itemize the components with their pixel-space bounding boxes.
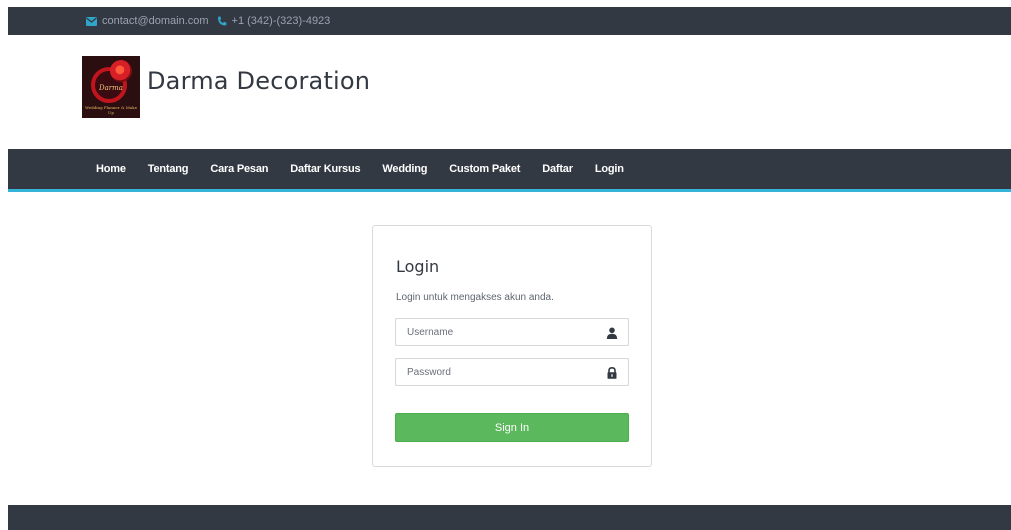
nav-item-wedding[interactable]: Wedding <box>382 163 427 175</box>
lock-icon <box>606 366 618 379</box>
logo-tagline: Wedding Planner & Make Up <box>84 105 138 115</box>
nav-item-custom-paket[interactable]: Custom Paket <box>449 163 520 175</box>
sign-in-button[interactable]: Sign In <box>395 413 629 442</box>
nav-item-cara-pesan[interactable]: Cara Pesan <box>210 163 268 175</box>
brand[interactable]: Darma Wedding Planner & Make Up Darma De… <box>82 56 370 118</box>
brand-name[interactable]: Darma Decoration <box>147 67 370 95</box>
contact-phone[interactable]: +1 (342)-(323)-4923 <box>232 15 331 27</box>
login-title: Login <box>396 257 440 276</box>
username-field-wrapper <box>395 318 629 346</box>
phone-icon <box>217 16 227 26</box>
nav-item-tentang[interactable]: Tentang <box>148 163 189 175</box>
main-navbar: Home Tentang Cara Pesan Daftar Kursus We… <box>8 149 1011 192</box>
nav-item-home[interactable]: Home <box>96 163 126 175</box>
top-contact-bar: contact@domain.com +1 (342)-(323)-4923 <box>8 7 1011 35</box>
username-input[interactable] <box>396 319 597 345</box>
nav-item-login[interactable]: Login <box>595 163 624 175</box>
password-input[interactable] <box>396 359 597 385</box>
user-icon <box>606 326 618 339</box>
contact-email[interactable]: contact@domain.com <box>102 15 209 27</box>
login-card: Login Login untuk mengakses akun anda. S… <box>372 225 652 467</box>
login-subtitle: Login untuk mengakses akun anda. <box>396 292 554 303</box>
footer-bar <box>8 505 1011 530</box>
logo-text: Darma <box>99 84 123 92</box>
nav-item-daftar-kursus[interactable]: Daftar Kursus <box>290 163 360 175</box>
envelope-icon <box>86 16 97 26</box>
brand-logo[interactable]: Darma Wedding Planner & Make Up <box>82 56 140 118</box>
password-field-wrapper <box>395 358 629 386</box>
nav-item-daftar[interactable]: Daftar <box>542 163 573 175</box>
